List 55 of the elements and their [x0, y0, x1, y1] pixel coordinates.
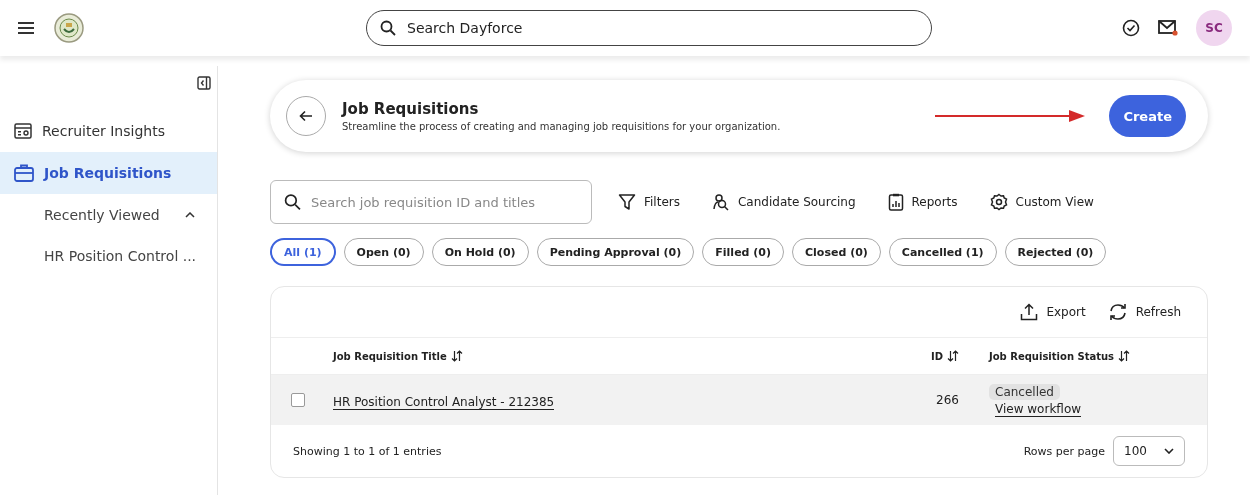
sort-icon [947, 350, 959, 362]
sidebar-item[interactable]: Job Requisitions [0, 152, 217, 194]
menu-icon[interactable] [18, 22, 34, 34]
filter-chip[interactable]: Open (0) [343, 238, 424, 266]
toolbar-button[interactable]: Reports [879, 189, 966, 215]
create-button[interactable]: Create [1109, 95, 1186, 137]
toolbar-button[interactable]: Filters [610, 189, 688, 215]
people-search-icon [712, 193, 730, 211]
collapse-sidebar-icon[interactable] [197, 76, 211, 90]
page-subtitle: Streamline the process of creating and managing job requisitions for your organization. [342, 121, 781, 132]
table-cell-text: 266 [935, 393, 960, 407]
filter-chip[interactable]: Cancelled (1) [888, 238, 997, 266]
settings-icon [989, 193, 1008, 211]
sort-icon [450, 350, 463, 362]
mail-icon[interactable] [1158, 19, 1178, 37]
chevron-down-icon [1164, 448, 1174, 454]
briefcase-icon [14, 164, 34, 182]
back-button[interactable] [286, 96, 326, 136]
table-action-button[interactable]: Export [1012, 299, 1094, 325]
filter-chip[interactable]: Pending Approval (0) [536, 238, 695, 266]
filter-chip[interactable]: On Hold (0) [431, 238, 529, 266]
table-action-button[interactable]: Refresh [1099, 299, 1189, 325]
filter-chip[interactable]: Rejected (0) [1004, 238, 1107, 266]
search-field[interactable]: Search Dayforce [366, 10, 932, 46]
refresh-icon [1107, 303, 1128, 321]
filter-icon [618, 193, 636, 211]
report-icon [887, 193, 904, 211]
column-header[interactable]: Job Requisition Title [333, 350, 463, 362]
dashboard-icon [14, 123, 32, 139]
back-arrow-icon [299, 110, 313, 122]
filter-chip[interactable]: All (1) [270, 238, 336, 266]
chevron-icon [185, 212, 195, 218]
filter-chip[interactable]: Closed (0) [792, 238, 881, 266]
search-field[interactable]: Search job requisition ID and titles [270, 180, 592, 224]
check-circle-icon[interactable] [1122, 19, 1140, 37]
column-header[interactable]: ID [930, 350, 959, 362]
filter-chip[interactable]: Filled (0) [702, 238, 784, 266]
recently-viewed-toggle[interactable]: Recently Viewed [0, 194, 217, 236]
entries-count: Showing 1 to 1 of 1 entries [293, 444, 442, 458]
toolbar-button[interactable]: Candidate Sourcing [704, 189, 864, 215]
recent-item[interactable]: HR Position Control ... [0, 236, 217, 276]
user-avatar[interactable]: SC [1196, 10, 1232, 46]
sort-icon [1118, 350, 1131, 362]
sidebar-item[interactable]: Recruiter Insights [0, 110, 217, 152]
column-header[interactable]: Job Requisition Status [989, 350, 1131, 362]
rows-per-page-label: Rows per page [1023, 444, 1105, 458]
status-badge: Cancelled [989, 383, 1060, 400]
seal-logo-icon[interactable] [54, 13, 84, 43]
rows-per-page-select[interactable]: 100 [1113, 436, 1185, 466]
page-title: Job Requisitions [342, 100, 480, 118]
row-checkbox[interactable] [291, 393, 305, 407]
workflow-link[interactable]: View workflow [995, 401, 1082, 417]
toolbar-button[interactable]: Custom View [981, 189, 1102, 215]
upload-icon [1020, 303, 1039, 321]
requisition-link[interactable]: HR Position Control Analyst - 212385 [333, 394, 555, 410]
